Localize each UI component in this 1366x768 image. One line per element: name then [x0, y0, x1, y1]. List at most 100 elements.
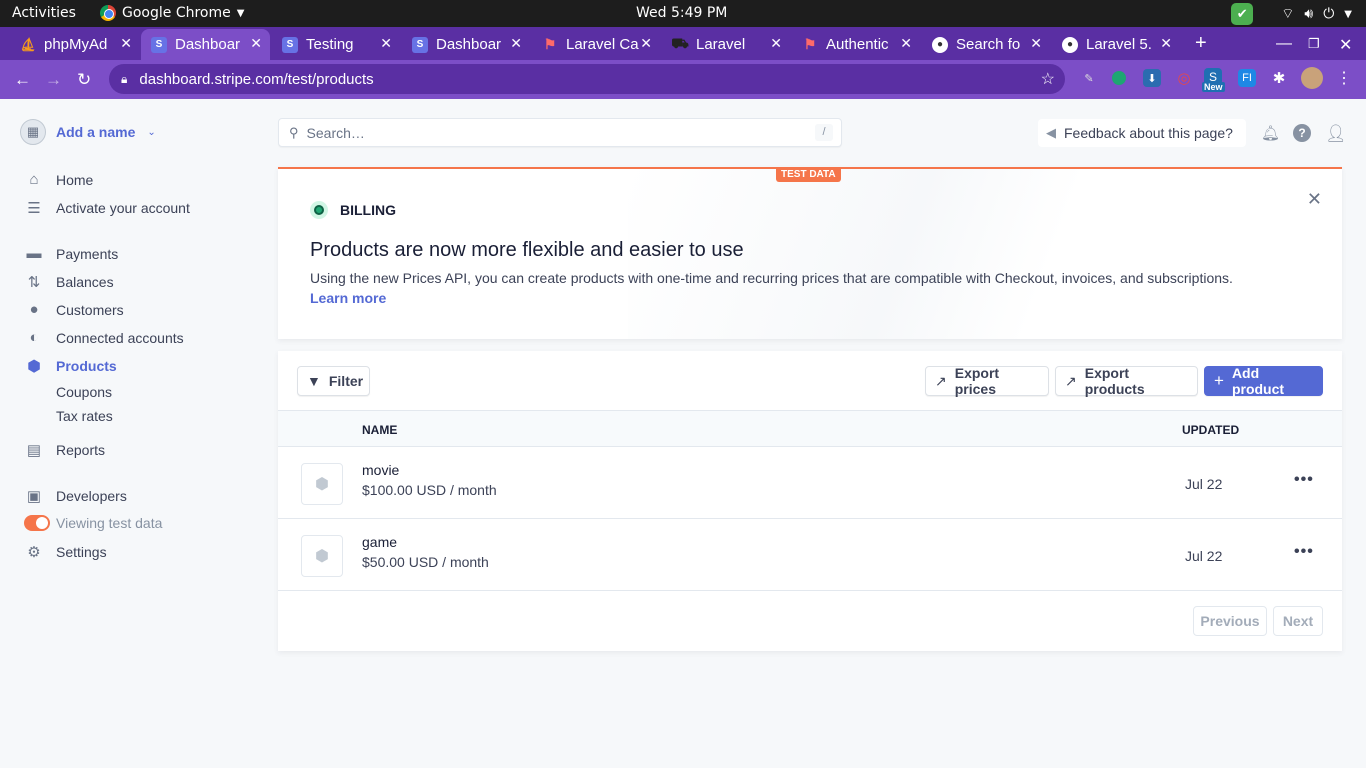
- tab-testing[interactable]: S Testing ✕: [272, 29, 400, 60]
- back-icon[interactable]: ←: [14, 70, 31, 90]
- account-name[interactable]: Add a name: [56, 124, 135, 140]
- user-icon[interactable]: 👤︎: [1325, 124, 1347, 143]
- volume-icon[interactable]: 🔊︎: [1304, 6, 1313, 22]
- test-data-toggle[interactable]: [24, 515, 50, 531]
- bookmark-star-icon[interactable]: ☆: [1041, 69, 1055, 89]
- account-switcher[interactable]: ▦ Add a name ⌄: [20, 119, 156, 145]
- close-icon[interactable]: ✕: [120, 35, 132, 52]
- column-name[interactable]: NAME: [362, 423, 397, 437]
- sidebar-item-developers[interactable]: ▣ Developers: [24, 487, 127, 505]
- chevron-down-icon[interactable]: ⌄: [147, 127, 155, 138]
- caret-down-icon: ▼: [236, 7, 245, 19]
- spiral-extension-icon[interactable]: ◎: [1175, 69, 1193, 87]
- new-tab-icon[interactable]: +: [1195, 32, 1207, 55]
- tab-authentication[interactable]: ⚑ Authentic ✕: [792, 29, 920, 60]
- close-icon[interactable]: ✕: [1030, 35, 1042, 52]
- close-icon[interactable]: ✕: [250, 35, 262, 52]
- tab-laravel[interactable]: ⛟ Laravel ✕: [662, 29, 790, 60]
- restore-icon[interactable]: ❐: [1308, 36, 1320, 52]
- close-icon[interactable]: ✕: [1160, 35, 1172, 52]
- app-menu[interactable]: Google Chrome ▼: [100, 5, 244, 21]
- url-text[interactable]: dashboard.stripe.com/test/products: [139, 71, 373, 88]
- puzzle-extensions-icon[interactable]: ✱: [1270, 69, 1288, 87]
- search-shortcut: /: [815, 124, 833, 141]
- arrow-up-right-icon: ↗: [935, 372, 947, 389]
- terminal-icon: ▣: [26, 488, 42, 505]
- activities-button[interactable]: Activities: [12, 5, 76, 21]
- table-row[interactable]: ⬢ game $50.00 USD / month Jul 22 •••: [278, 519, 1342, 591]
- sidebar-item-activate[interactable]: ☰ Activate your account: [24, 199, 190, 217]
- sidebar-item-test-data[interactable]: Viewing test data: [24, 515, 162, 531]
- column-updated[interactable]: UPDATED: [1182, 423, 1239, 437]
- banner-title: Products are now more flexible and easie…: [310, 239, 744, 261]
- system-tray[interactable]: ✔ ⌔ 🔊︎ ⏻ ▼: [1231, 3, 1352, 25]
- product-name[interactable]: game: [362, 534, 397, 550]
- previous-button[interactable]: Previous: [1193, 606, 1267, 636]
- address-bar[interactable]: 🔒︎ dashboard.stripe.com/test/products ☆: [109, 64, 1065, 94]
- sidebar-item-settings[interactable]: ⚙ Settings: [24, 543, 106, 561]
- sidebar-item-label: Products: [56, 358, 117, 374]
- tab-dashboard-active[interactable]: S Dashboar ✕: [141, 29, 270, 60]
- bell-icon[interactable]: 🔔︎: [1261, 124, 1280, 142]
- sidebar-item-payments[interactable]: ▬ Payments: [24, 245, 119, 262]
- sidebar-item-products[interactable]: ⬢ Products: [24, 357, 117, 375]
- search-input[interactable]: ⚲ Search… /: [278, 118, 842, 147]
- sidebar-subitem-tax-rates[interactable]: Tax rates: [56, 408, 113, 424]
- sidebar-item-label: Activate your account: [56, 200, 190, 216]
- new-extension[interactable]: S New: [1202, 68, 1225, 92]
- export-prices-button[interactable]: ↗ Export prices: [925, 365, 1049, 397]
- close-icon[interactable]: ✕: [380, 35, 392, 52]
- caret-down-icon[interactable]: ▼: [1344, 9, 1352, 20]
- close-icon[interactable]: ✕: [1307, 189, 1322, 210]
- home-icon: ⌂: [29, 171, 39, 188]
- power-icon[interactable]: ⏻: [1323, 6, 1334, 22]
- reload-icon[interactable]: ↻: [77, 70, 91, 90]
- more-options-icon[interactable]: •••: [1294, 471, 1314, 489]
- clock[interactable]: Wed 5:49 PM: [636, 5, 727, 21]
- sidebar-item-balances[interactable]: ⇅ Balances: [24, 273, 114, 291]
- tab-search[interactable]: ● Search fo ✕: [922, 29, 1050, 60]
- sidebar-item-reports[interactable]: ▤ Reports: [24, 441, 105, 459]
- feedback-button[interactable]: ◀ Feedback about this page?: [1038, 119, 1246, 147]
- help-icon[interactable]: ?: [1293, 124, 1311, 142]
- minimize-icon[interactable]: —: [1276, 35, 1292, 53]
- table-row[interactable]: ⬢ movie $100.00 USD / month Jul 22 •••: [278, 447, 1342, 519]
- export-products-button[interactable]: ↗ Export products: [1055, 365, 1198, 397]
- sidebar-subitem-coupons[interactable]: Coupons: [56, 384, 112, 400]
- close-icon[interactable]: ✕: [770, 35, 782, 52]
- tab-laravel-5[interactable]: ● Laravel 5. ✕: [1052, 29, 1180, 60]
- green-dot-extension-icon[interactable]: [1112, 71, 1126, 85]
- sidebar-item-home[interactable]: ⌂ Home: [24, 171, 93, 188]
- pencil-extension-icon[interactable]: ✎: [1080, 69, 1098, 87]
- sidebar-item-customers[interactable]: ● Customers: [24, 301, 124, 318]
- window-close-icon[interactable]: ✕: [1339, 35, 1352, 55]
- download-extension-icon[interactable]: ⬇: [1143, 69, 1161, 87]
- add-product-button[interactable]: + Add product: [1204, 365, 1323, 397]
- close-icon[interactable]: ✕: [900, 35, 912, 52]
- more-options-icon[interactable]: •••: [1294, 543, 1314, 561]
- filter-button[interactable]: ▼ Filter: [297, 366, 370, 396]
- banner-section: BILLING: [310, 201, 396, 219]
- search-icon: ⚲: [289, 124, 299, 140]
- tab-dashboard[interactable]: S Dashboar ✕: [402, 29, 530, 60]
- stripe-icon: S: [282, 36, 298, 53]
- sidebar-item-connected-accounts[interactable]: ◐ Connected accounts: [24, 329, 183, 346]
- lock-icon[interactable]: 🔒︎: [121, 72, 127, 87]
- check-icon[interactable]: ✔: [1231, 3, 1254, 25]
- kebab-menu-icon[interactable]: ⋮: [1335, 69, 1353, 87]
- close-icon[interactable]: ✕: [640, 35, 652, 52]
- wifi-icon[interactable]: ⌔: [1281, 5, 1294, 23]
- test-data-badge: TEST DATA: [776, 167, 841, 182]
- product-name[interactable]: movie: [362, 462, 399, 478]
- github-icon: ●: [932, 36, 948, 53]
- sidebar-item-label: Customers: [56, 301, 124, 318]
- next-button[interactable]: Next: [1273, 606, 1323, 636]
- tab-laravel-cashier[interactable]: ⚑ Laravel Ca ✕: [532, 29, 660, 60]
- fi-extension-icon[interactable]: FI: [1238, 69, 1256, 87]
- stripe-icon: S: [151, 36, 167, 53]
- close-icon[interactable]: ✕: [510, 35, 522, 52]
- tab-phpmyadmin[interactable]: ⛵︎ phpMyAd ✕: [10, 29, 140, 60]
- profile-avatar[interactable]: [1301, 67, 1323, 89]
- learn-more-link[interactable]: Learn more: [310, 290, 386, 306]
- forward-icon[interactable]: →: [45, 70, 62, 90]
